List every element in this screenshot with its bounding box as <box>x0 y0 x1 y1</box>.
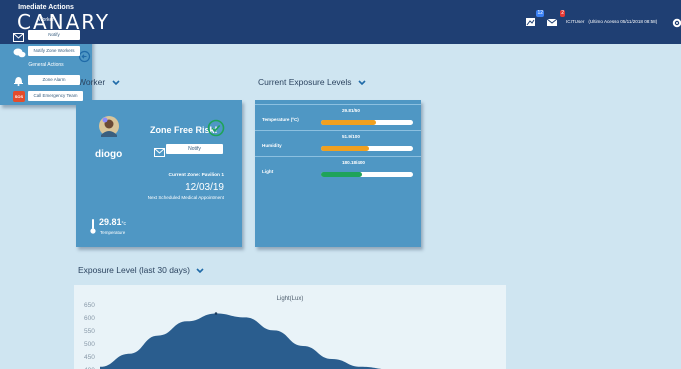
light-area-series <box>100 313 506 369</box>
notify-zone-workers-button[interactable]: Notify Zone Workers <box>28 46 80 56</box>
mail-icon <box>154 144 165 157</box>
zone-alarm-button[interactable]: Zone Alarm <box>28 75 80 85</box>
worker-name: diogo <box>95 149 123 160</box>
notify-button[interactable]: Notify <box>28 30 80 40</box>
exposure-bar-fill <box>321 172 363 177</box>
mail-icon[interactable]: 2 <box>546 10 565 26</box>
exposure-card: 29.81/50 Temperature (ºC) 51.9/100 Humid… <box>255 100 421 247</box>
exposure-value: 29.81/50 <box>342 108 360 113</box>
sos-icon: SOS <box>13 91 25 102</box>
exposure-bar-fill <box>321 120 376 125</box>
exposure-bar-fill <box>321 146 369 151</box>
exposure-value: 51.9/100 <box>342 134 360 139</box>
worker-card: diogo Zone Free Risk! Notify Current Zon… <box>76 100 242 247</box>
exposure-30-days-chart: Light(Lux) 650 600 550 500 450 400 <box>74 285 506 369</box>
check-circle-icon <box>207 119 225 137</box>
avatar <box>98 115 120 139</box>
exposure-label: Humidity <box>262 143 282 148</box>
general-actions-heading: General Actions <box>28 62 64 68</box>
chart-plot <box>100 312 506 369</box>
appointment-date: 12/03/19 <box>185 182 224 193</box>
exposure-label: Light <box>262 169 274 174</box>
notify-worker-button[interactable]: Notify <box>166 144 223 154</box>
next-appointment-label: Next Scheduled Medical Appointment <box>147 195 224 200</box>
exposure-row-temperature: 29.81/50 Temperature (ºC) <box>255 104 421 130</box>
user-name: ICITUser <box>566 19 585 24</box>
exposure-value: 180.18/400 <box>342 160 365 165</box>
worker-title-text: Worker <box>78 77 106 87</box>
exposure-label: Temperature (ºC) <box>262 117 299 122</box>
exposure-30-days-text: Exposure Level (last 30 days) <box>78 265 190 275</box>
mail-icon <box>13 29 24 42</box>
exposure-bar-track <box>321 172 413 177</box>
last-access: (Ultimo Acesso 05/11/2018 08:58) <box>588 19 658 24</box>
exposure-title-text: Current Exposure Levels <box>258 77 352 87</box>
actions-title: Imediate Actions <box>18 4 74 11</box>
exposure-30-days-title[interactable]: Exposure Level (last 30 days) <box>78 265 204 275</box>
peak-point <box>214 312 218 315</box>
worker-actions-heading: Worker <box>37 17 55 23</box>
chevron-down-icon[interactable] <box>358 80 366 86</box>
worker-section-title[interactable]: Worker <box>78 77 120 87</box>
exposure-section-title[interactable]: Current Exposure Levels <box>258 77 366 87</box>
temperature-number: 29.81 <box>99 217 122 227</box>
current-zone: Current Zone: Pavilion 1 <box>168 173 224 178</box>
gear-icon[interactable] <box>672 15 681 28</box>
alerts-badge: 12 <box>536 10 544 17</box>
alerts-icon[interactable]: 12 <box>525 10 544 26</box>
exposure-bar-track <box>321 120 413 125</box>
exposure-row-humidity: 51.9/100 Humidity <box>255 130 421 156</box>
user-info[interactable]: ICITUser (Ultimo Acesso 05/11/2018 08:58) <box>566 19 657 24</box>
temperature-value: 29.81°c <box>99 217 126 227</box>
top-bar: CANARY 12 2 ICITUser (Ultimo Acesso 05/11… <box>0 0 681 44</box>
temperature-unit: °c <box>121 221 127 227</box>
chevron-down-icon[interactable] <box>196 268 204 274</box>
temperature-label: Temperature <box>100 230 126 235</box>
call-emergency-team-button[interactable]: Call Emergency Team <box>28 91 83 101</box>
exposure-row-light: 180.18/400 Light <box>255 156 421 182</box>
chat-icon <box>13 45 26 58</box>
chevron-down-icon[interactable] <box>112 80 120 86</box>
thermometer-icon <box>90 218 96 234</box>
mail-badge: 2 <box>560 10 565 17</box>
exposure-bar-track <box>321 146 413 151</box>
bell-icon <box>13 73 24 86</box>
